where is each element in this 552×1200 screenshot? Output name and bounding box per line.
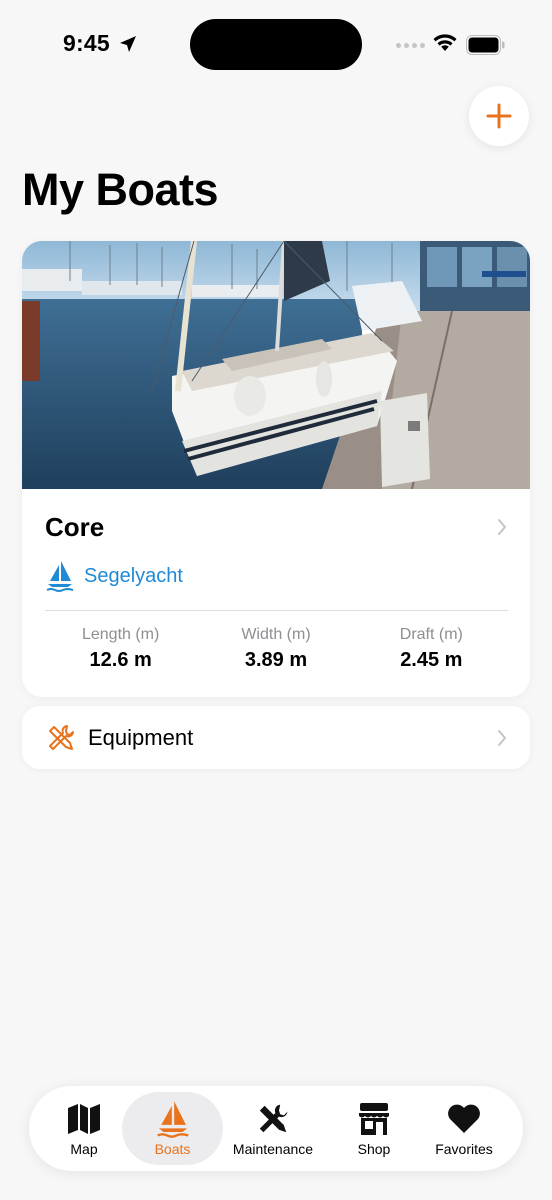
tools-icon <box>49 725 74 750</box>
plus-icon <box>486 103 512 129</box>
tab-maintenance[interactable]: Maintenance <box>225 1092 321 1165</box>
tab-boats[interactable]: Boats <box>122 1092 223 1165</box>
page-title: My Boats <box>22 164 219 215</box>
tab-favorites[interactable]: Favorites <box>424 1092 504 1165</box>
map-icon <box>68 1104 100 1134</box>
tools-icon <box>259 1104 288 1133</box>
cellular-signal-icon <box>396 43 425 48</box>
dimension-label: Width (m) <box>241 626 311 643</box>
dimension-value: 2.45 m <box>400 649 463 671</box>
tab-label: Shop <box>357 1141 391 1157</box>
boat-type: Segelyacht <box>46 559 183 593</box>
tab-shop[interactable]: Shop <box>332 1092 416 1165</box>
dimension-length: Length (m) 12.6 m <box>36 626 205 672</box>
boat-name: Core <box>45 512 105 542</box>
wifi-icon <box>433 34 457 51</box>
battery-icon <box>466 35 505 55</box>
dynamic-island <box>190 19 362 70</box>
status-time: 9:45 <box>63 30 110 56</box>
chevron-right-icon <box>498 519 506 535</box>
dimension-label: Draft (m) <box>399 626 463 643</box>
boat-card[interactable]: Core Segelyacht Length (m) 12.6 m Width … <box>22 241 530 697</box>
dimension-draft: Draft (m) 2.45 m <box>347 626 516 672</box>
boat-dimensions: Length (m) 12.6 m Width (m) 3.89 m Draft… <box>22 626 530 672</box>
location-arrow-icon <box>120 36 136 52</box>
add-boat-button[interactable] <box>469 86 529 146</box>
dimension-value: 12.6 m <box>89 649 152 671</box>
tab-label: Maintenance <box>232 1141 314 1157</box>
tab-label: Favorites <box>435 1141 493 1157</box>
sailboat-icon <box>156 1101 189 1138</box>
tab-map[interactable]: Map <box>41 1092 127 1165</box>
heart-icon <box>448 1104 480 1133</box>
tab-label: Boats <box>154 1141 191 1157</box>
dimension-value: 3.89 m <box>244 649 308 671</box>
dimension-width: Width (m) 3.89 m <box>191 626 360 672</box>
status-bar: 9:45 <box>0 0 552 90</box>
boat-photo <box>22 241 530 489</box>
chevron-right-icon <box>498 730 506 746</box>
storefront-icon <box>359 1103 389 1135</box>
divider <box>45 610 508 611</box>
sailboat-icon <box>46 561 74 592</box>
dimension-label: Length (m) <box>81 626 160 643</box>
tab-label: Map <box>70 1141 98 1157</box>
equipment-label: Equipment <box>88 725 194 750</box>
tab-bar: Map Boats Maintenance Shop Favorites <box>29 1086 523 1171</box>
equipment-row[interactable]: Equipment <box>22 706 530 769</box>
boat-type-label: Segelyacht <box>84 564 183 587</box>
